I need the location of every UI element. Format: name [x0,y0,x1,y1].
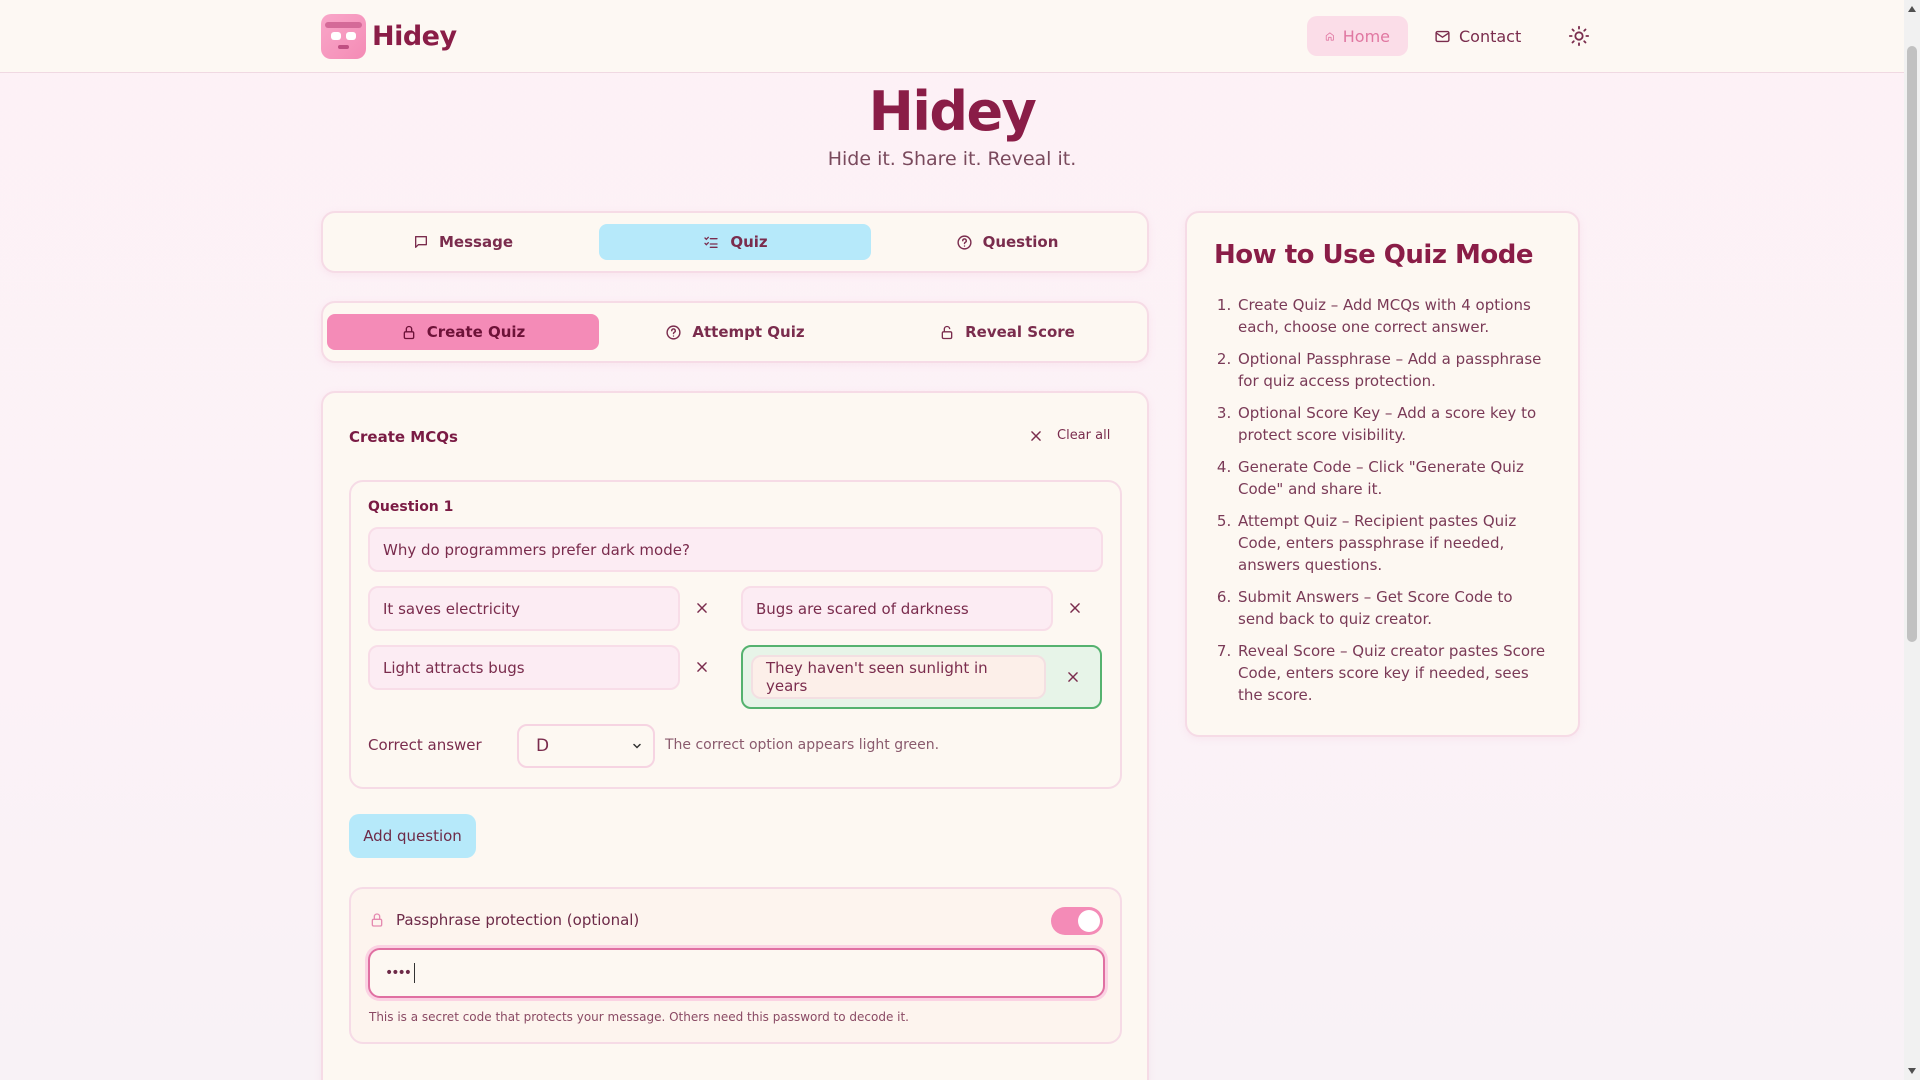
mail-icon [1435,30,1450,42]
help-circle-icon [666,324,681,340]
correct-answer-value: D [536,736,550,756]
question-block: Question 1 Why do programmers prefer dar… [349,480,1122,789]
passphrase-value: •••• [385,965,412,981]
nav-links: Home Contact [1307,16,1595,56]
tab-reveal-score[interactable]: Reveal Score [871,314,1143,350]
question-label: Question 1 [368,499,454,515]
option-c-input[interactable]: Light attracts bugs [368,645,680,690]
close-icon [1031,430,1041,441]
how-to-step: Submit Answers – Get Score Code to send … [1236,586,1551,630]
tab-attempt-quiz[interactable]: Attempt Quiz [599,314,871,350]
create-mcqs-card: Create MCQs Clear all Question 1 Why do … [321,391,1149,1080]
close-icon [697,603,707,613]
option-d-correct-wrapper: They haven't seen sunlight in years [741,645,1102,709]
correct-answer-select[interactable]: D [517,724,655,768]
brand[interactable]: Hidey [321,14,457,59]
how-to-step: Reveal Score – Quiz creator pastes Score… [1236,640,1551,706]
help-circle-icon [956,234,972,250]
lock-icon [403,325,415,339]
how-to-title: How to Use Quiz Mode [1214,240,1534,270]
page-subtitle: Hide it. Share it. Reveal it. [827,148,1077,170]
message-icon [415,236,427,248]
scrollbar-thumb[interactable] [1907,46,1917,642]
tab-quiz[interactable]: Quiz [599,224,871,260]
chevron-down-icon [633,743,641,749]
nav-home-label: Home [1342,26,1390,46]
option-b-input[interactable]: Bugs are scared of darkness [741,586,1053,631]
theme-toggle-button[interactable] [1563,20,1595,52]
clear-all-label: Clear all [1057,428,1111,443]
nav-contact-button[interactable]: Contact [1416,16,1539,56]
remove-option-b-button[interactable] [1065,598,1085,618]
text-cursor [414,963,416,983]
how-to-step: Generate Code – Click "Generate Quiz Cod… [1236,456,1551,500]
toggle-knob [1078,910,1100,932]
add-question-button[interactable]: Add question [349,814,476,858]
passphrase-help: This is a secret code that protects your… [369,1010,909,1024]
correct-answer-label: Correct answer [368,736,482,754]
passphrase-input[interactable]: •••• [368,948,1105,998]
remove-option-a-button[interactable] [692,598,712,618]
scroll-up-arrow[interactable] [1908,6,1916,12]
how-to-step: Create Quiz – Add MCQs with 4 options ea… [1236,294,1551,338]
tab-question-label: Question [982,233,1059,251]
how-to-step: Attempt Quiz – Recipient pastes Quiz Cod… [1236,510,1551,576]
correct-answer-hint: The correct option appears light green. [665,737,940,753]
quiz-tabs: Create Quiz Attempt Quiz Reveal Score [321,301,1149,363]
close-icon [697,662,707,672]
remove-option-c-button[interactable] [692,657,712,677]
close-icon [1070,603,1080,613]
tab-question[interactable]: Question [871,224,1143,260]
scroll-down-arrow[interactable] [1908,1068,1916,1074]
list-check-icon [704,236,719,248]
top-navbar: Hidey Home Contact [0,0,1904,73]
passphrase-toggle[interactable] [1051,907,1103,935]
create-mcqs-title: Create MCQs [349,428,458,446]
sun-icon [1569,25,1590,47]
passphrase-block: Passphrase protection (optional) •••• Th… [349,887,1122,1044]
how-to-steps: Create Quiz – Add MCQs with 4 options ea… [1214,294,1551,706]
page-title: Hidey [868,80,1037,143]
tab-reveal-score-label: Reveal Score [965,323,1075,341]
mode-tabs: Message Quiz Question [321,211,1149,273]
tab-message-label: Message [439,233,513,251]
nav-contact-label: Contact [1459,26,1522,46]
close-icon [1068,672,1078,682]
tab-create-quiz[interactable]: Create Quiz [327,314,599,350]
tab-attempt-quiz-label: Attempt Quiz [692,323,805,341]
option-d-input[interactable]: They haven't seen sunlight in years [751,655,1046,699]
tab-message[interactable]: Message [327,224,599,260]
tab-create-quiz-label: Create Quiz [426,323,526,341]
how-to-card: How to Use Quiz Mode Create Quiz – Add M… [1185,211,1580,737]
passphrase-label: Passphrase protection (optional) [396,911,640,929]
nav-home-button[interactable]: Home [1307,16,1408,56]
tab-quiz-label: Quiz [730,233,768,251]
home-icon [1325,31,1334,41]
logo-icon [321,14,366,59]
brand-name: Hidey [372,21,457,52]
unlock-icon [941,325,953,339]
remove-option-d-button[interactable] [1063,667,1083,687]
lock-icon [371,913,383,927]
page-scrollbar[interactable] [1904,0,1920,1080]
how-to-step: Optional Passphrase – Add a passphrase f… [1236,348,1551,392]
option-a-input[interactable]: It saves electricity [368,586,680,631]
question-text-input[interactable]: Why do programmers prefer dark mode? [368,527,1103,572]
clear-all-button[interactable]: Clear all [1029,428,1110,443]
how-to-step: Optional Score Key – Add a score key to … [1236,402,1551,446]
